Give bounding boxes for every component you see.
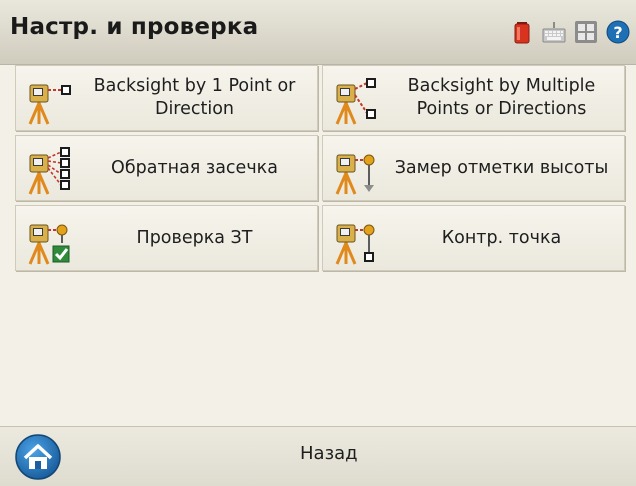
menu-item-backsight-one-point[interactable]: Backsight by 1 Point or Direction [15,65,318,131]
menu-item-elevation-measure[interactable]: Замер отметки высоты [322,135,625,201]
svg-text:?: ? [613,23,622,42]
backsight-check-icon [28,224,70,265]
status-icons: ? [510,20,630,44]
menu-item-backsight-multiple-points[interactable]: Backsight by Multiple Points or Directio… [322,65,625,131]
check-point-icon [335,224,375,265]
back-button[interactable]: Назад [300,443,358,464]
help-icon[interactable]: ? [606,20,630,44]
elevation-measure-icon [335,154,375,195]
menu-item-check-point[interactable]: Контр. точка [322,205,625,271]
menu-item-label: Backsight by Multiple Points or Directio… [407,76,596,119]
menu-grid: Backsight by 1 Point or Direction Backsi… [15,65,625,271]
keyboard-icon[interactable] [542,20,566,44]
menu-item-label: Контр. точка [441,227,562,248]
menu-item-label: Backsight by 1 Point or Direction [93,76,296,119]
title-bar: Настр. и проверка ? [0,0,636,65]
menu-item-label: Замер отметки высоты [394,157,609,178]
grid-apps-icon[interactable] [574,20,598,44]
page-title: Настр. и проверка [10,14,259,40]
footer-bar: Назад [0,426,636,486]
home-icon[interactable] [14,433,62,481]
battery-icon[interactable] [510,20,534,44]
resection-icon [28,147,70,195]
menu-item-backsight-check[interactable]: Проверка ЗТ [15,205,318,271]
menu-item-resection[interactable]: Обратная засечка [15,135,318,201]
total-station-one-point-icon [28,84,71,125]
menu-item-label: Обратная засечка [111,157,278,178]
total-station-multiple-points-icon [335,78,376,125]
menu-item-label: Проверка ЗТ [136,227,253,248]
